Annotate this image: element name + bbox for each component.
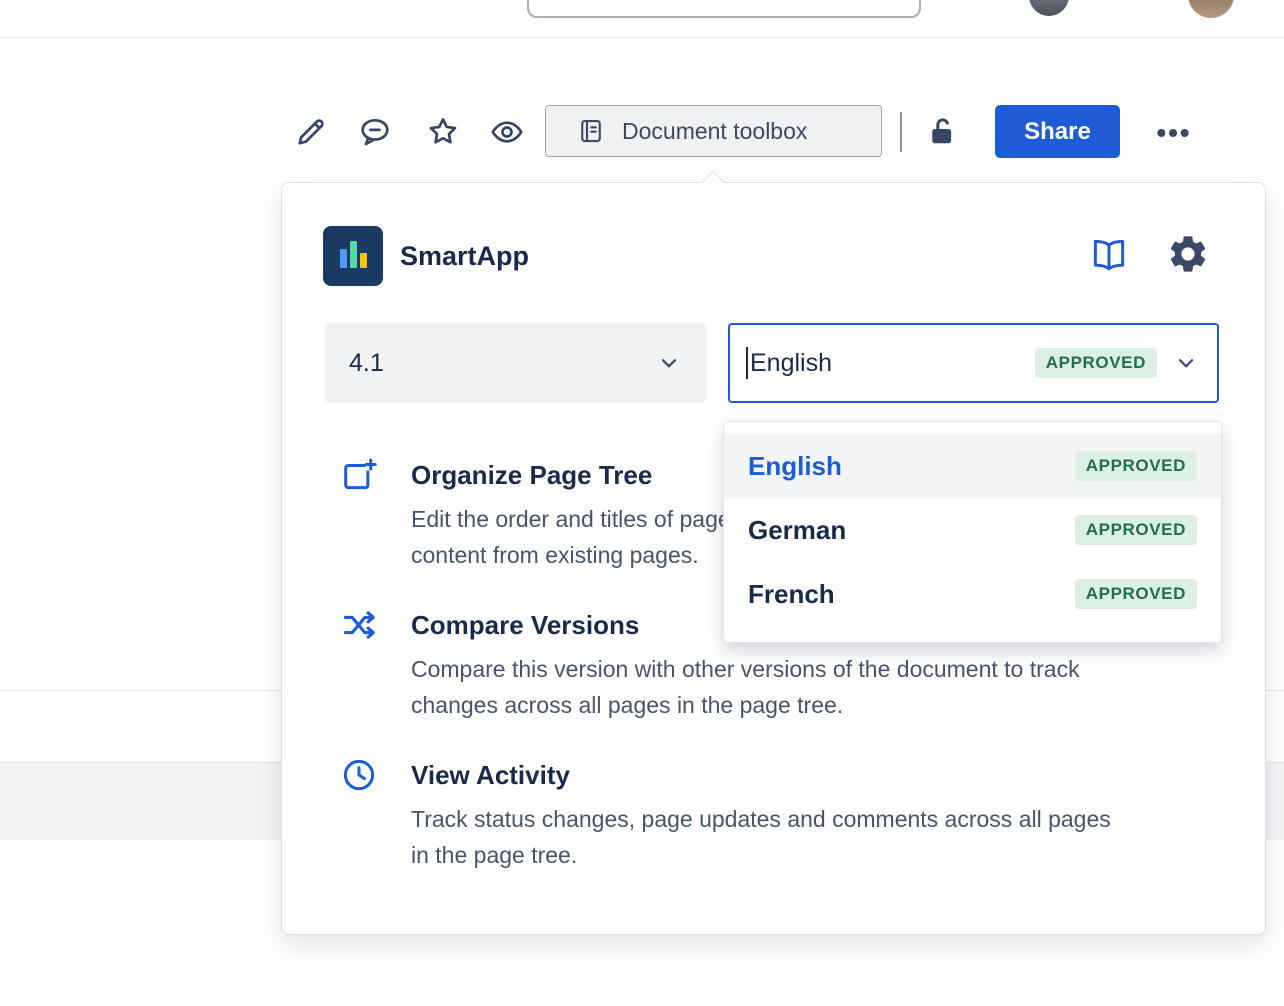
watch-button[interactable] bbox=[488, 113, 526, 151]
language-option-german[interactable]: German APPROVED bbox=[724, 498, 1221, 562]
app-name: SmartApp bbox=[400, 240, 529, 272]
compare-versions-icon bbox=[340, 606, 378, 644]
version-select[interactable]: 4.1 bbox=[325, 323, 706, 403]
language-option-label: German bbox=[748, 515, 846, 546]
chevron-down-icon bbox=[656, 350, 682, 376]
organize-page-tree-icon bbox=[340, 456, 378, 494]
book-icon bbox=[1088, 234, 1130, 276]
search-input[interactable] bbox=[527, 0, 921, 18]
menu-item-description: Track status changes, page updates and c… bbox=[411, 801, 1240, 873]
version-select-value: 4.1 bbox=[349, 349, 384, 378]
star-icon bbox=[425, 114, 461, 150]
view-activity-icon bbox=[340, 756, 378, 794]
text-cursor bbox=[746, 347, 748, 379]
avatar[interactable] bbox=[1029, 0, 1069, 16]
menu-item-view-activity[interactable]: View Activity Track status changes, page… bbox=[340, 755, 1240, 873]
avatar[interactable] bbox=[1188, 0, 1234, 18]
favorite-button[interactable] bbox=[424, 113, 462, 151]
status-badge: APPROVED bbox=[1075, 515, 1197, 545]
language-select[interactable]: English APPROVED bbox=[728, 323, 1219, 403]
menu-item-description: Compare this version with other versions… bbox=[411, 651, 1240, 723]
share-button[interactable]: Share bbox=[995, 105, 1120, 158]
restrictions-button[interactable] bbox=[923, 113, 961, 151]
status-badge: APPROVED bbox=[1075, 579, 1197, 609]
document-toolbox-panel: SmartApp 4.1 English APPROVED bbox=[281, 182, 1266, 935]
menu-item-title: View Activity bbox=[411, 755, 1240, 795]
app-logo bbox=[323, 226, 383, 286]
chevron-down-icon bbox=[1173, 350, 1199, 376]
edit-icon bbox=[293, 114, 329, 150]
toolbar-divider bbox=[900, 112, 902, 152]
document-toolbox-icon bbox=[576, 116, 606, 146]
edit-button[interactable] bbox=[292, 113, 330, 151]
status-badge: APPROVED bbox=[1035, 348, 1157, 378]
share-label: Share bbox=[1024, 118, 1091, 146]
document-toolbox-label: Document toolbox bbox=[622, 118, 807, 145]
settings-button[interactable] bbox=[1166, 232, 1210, 276]
language-option-english[interactable]: English APPROVED bbox=[724, 434, 1221, 498]
language-option-label: French bbox=[748, 579, 835, 610]
status-badge: APPROVED bbox=[1075, 451, 1197, 481]
unlock-icon bbox=[924, 114, 960, 150]
language-option-french[interactable]: French APPROVED bbox=[724, 562, 1221, 626]
comment-icon bbox=[357, 114, 393, 150]
watch-icon bbox=[489, 114, 525, 150]
language-option-label: English bbox=[748, 451, 842, 482]
more-button[interactable] bbox=[1151, 114, 1195, 152]
language-dropdown: English APPROVED German APPROVED French … bbox=[723, 421, 1222, 643]
documentation-button[interactable] bbox=[1088, 234, 1130, 276]
language-select-value: English bbox=[750, 349, 832, 378]
ellipsis-icon bbox=[1153, 113, 1193, 153]
gear-icon bbox=[1166, 232, 1210, 276]
top-divider bbox=[0, 37, 1284, 38]
document-toolbox-button[interactable]: Document toolbox bbox=[545, 105, 882, 157]
bar-chart-logo-icon bbox=[323, 226, 383, 286]
screen: Document toolbox Share SmartApp bbox=[0, 0, 1284, 1006]
panel-caret bbox=[702, 171, 725, 194]
comment-button[interactable] bbox=[356, 113, 394, 151]
